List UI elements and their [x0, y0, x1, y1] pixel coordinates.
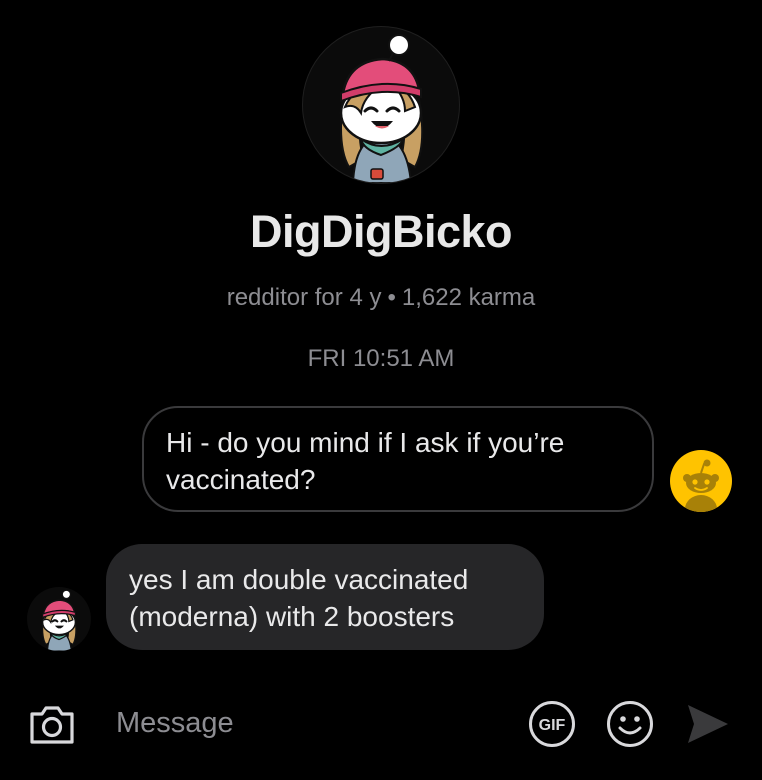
outgoing-message-bubble[interactable]: Hi - do you mind if I ask if you’re vacc…: [142, 406, 654, 512]
default-snoo-avatar-yellow-icon: [670, 450, 732, 512]
message-text: yes I am double vaccinated (moderna) wit…: [129, 564, 469, 632]
emoji-button[interactable]: [605, 699, 655, 749]
profile-meta: redditor for 4 y • 1,622 karma: [0, 284, 762, 312]
profile-username[interactable]: DigDigBicko: [0, 206, 762, 258]
sender-avatar[interactable]: [27, 587, 91, 651]
svg-text:GIF: GIF: [539, 717, 566, 734]
meta-separator: •: [387, 284, 396, 311]
send-button[interactable]: [684, 701, 730, 747]
profile-avatar[interactable]: [302, 26, 460, 184]
smiley-face-icon: [607, 701, 653, 747]
account-age-text: redditor for 4 y: [226, 284, 382, 311]
camera-icon: [30, 706, 74, 744]
conversation-timestamp: FRI 10:51 AM: [307, 345, 455, 372]
snoo-avatar-pink-beanie-icon: [41, 589, 77, 651]
message-text: Hi - do you mind if I ask if you’re vacc…: [166, 427, 565, 495]
send-arrow-icon: [688, 705, 728, 743]
incoming-message-bubble[interactable]: yes I am double vaccinated (moderna) wit…: [106, 544, 544, 650]
gif-button[interactable]: GIF: [527, 699, 577, 749]
karma-text: 1,622 karma: [401, 284, 536, 311]
gif-icon: GIF: [529, 701, 575, 747]
message-input[interactable]: [112, 700, 510, 746]
camera-button[interactable]: [26, 698, 78, 750]
message-composer: GIF: [0, 690, 762, 758]
my-avatar[interactable]: [669, 449, 733, 513]
snoo-avatar-pink-beanie-icon: [339, 34, 424, 183]
